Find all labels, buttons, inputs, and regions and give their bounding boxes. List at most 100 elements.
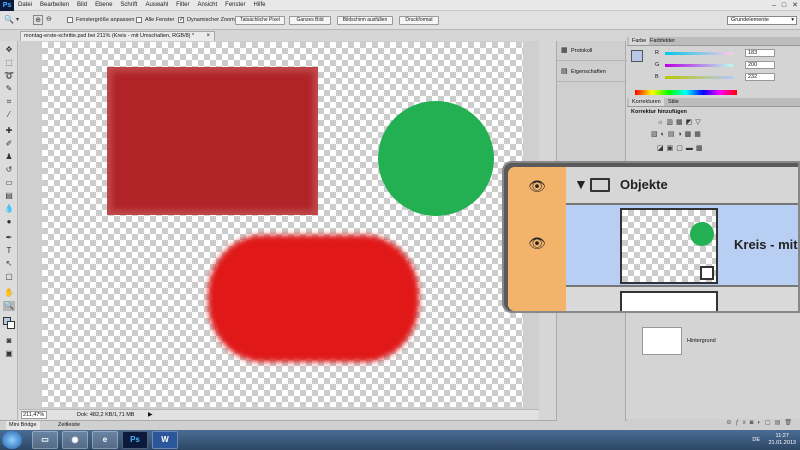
eyedropper-tool-icon[interactable]: ⁄ (3, 110, 15, 120)
status-menu-arrow-icon[interactable]: ▶ (148, 410, 153, 420)
shape-tool-icon[interactable]: ▢ (3, 272, 15, 282)
path-select-icon[interactable]: ↖ (3, 259, 15, 269)
language-indicator[interactable]: DE (752, 437, 760, 443)
fit-window-label: Fenstergröße anpassen (76, 17, 135, 23)
layer-row-background[interactable]: Hintergrund (627, 325, 800, 359)
dodge-tool-icon[interactable]: ● (3, 217, 15, 227)
tab-korrekturen[interactable]: Korrekturen (629, 98, 664, 106)
background-layer-name: Hintergrund (687, 338, 716, 344)
document-info: Dok: 482,2 KB/1,71 MB (77, 412, 135, 418)
tab-zeitleiste[interactable]: Zeitleiste (55, 421, 83, 430)
move-tool-icon[interactable]: ✥ (3, 45, 15, 55)
slider-b-track[interactable] (665, 76, 733, 79)
quick-mask-icon[interactable]: ◙ (3, 336, 15, 346)
slider-r[interactable]: R 183 (655, 49, 795, 58)
red-rectangle-shape[interactable] (107, 67, 318, 215)
print-size-button[interactable]: Druckformat (399, 16, 439, 25)
layer-group-row[interactable]: ▼ Objekte (566, 167, 798, 205)
all-windows-checkbox[interactable] (136, 17, 142, 23)
layer-row-next[interactable] (566, 287, 798, 311)
start-button[interactable] (2, 431, 22, 449)
menu-fenster[interactable]: Fenster (221, 0, 249, 11)
actual-pixels-button[interactable]: Tatsächliche Pixel (235, 16, 285, 25)
fit-window-checkbox[interactable] (67, 17, 73, 23)
zoom-out-icon[interactable]: ⊖ (46, 15, 52, 23)
zoom-tool-icon[interactable]: 🔍 (3, 301, 15, 311)
taskbar-ie[interactable]: e (92, 431, 118, 449)
menu-datei[interactable]: Datei (14, 0, 36, 11)
menu-bild[interactable]: Bild (73, 0, 91, 11)
slider-b-value[interactable]: 232 (745, 73, 775, 81)
chevron-down-icon[interactable]: ▾ (16, 16, 19, 23)
gradient-tool-icon[interactable]: ▤ (3, 191, 15, 201)
workspace-select[interactable]: Grundelemente ▾ (727, 16, 797, 25)
taskbar-photoshop[interactable]: Ps (122, 431, 148, 449)
slider-g-track[interactable] (665, 64, 733, 67)
panel-eigenschaften[interactable]: ▤ Eigenschaften (557, 62, 627, 82)
fill-screen-button[interactable]: Bildschirm ausfüllen (337, 16, 393, 25)
taskbar-word[interactable]: W (152, 431, 178, 449)
slider-g-label: G (655, 62, 660, 68)
lasso-tool-icon[interactable]: ➰ (3, 71, 15, 81)
zoom-level-field[interactable]: 211,47% (21, 411, 47, 419)
history-brush-icon[interactable]: ↺ (3, 165, 15, 175)
crop-tool-icon[interactable]: ⌗ (3, 97, 15, 107)
eraser-tool-icon[interactable]: ▭ (3, 178, 15, 188)
screen-mode-icon[interactable]: ▣ (3, 349, 15, 359)
type-tool-icon[interactable]: T (3, 246, 15, 256)
color-spectrum-bar[interactable] (635, 90, 737, 95)
taskbar-explorer[interactable]: ▭ (32, 431, 58, 449)
red-rounded-shape[interactable] (208, 235, 419, 362)
selected-layer-name: Kreis - mit U (734, 237, 798, 252)
stamp-tool-icon[interactable]: ♟ (3, 152, 15, 162)
fit-screen-button[interactable]: Ganzes Bild (289, 16, 331, 25)
close-button[interactable]: ✕ (792, 0, 798, 11)
zoom-in-icon[interactable]: ⊕ (33, 15, 43, 25)
menu-ansicht[interactable]: Ansicht (193, 0, 221, 11)
slider-r-value[interactable]: 183 (745, 49, 775, 57)
green-circle-shape[interactable] (378, 101, 494, 216)
eye-icon[interactable]: 👁 (526, 178, 548, 195)
taskbar-firefox[interactable]: ◉ (62, 431, 88, 449)
properties-icon: ▤ (561, 68, 568, 75)
background-thumbnail (642, 327, 682, 355)
minimize-button[interactable]: – (772, 0, 776, 11)
smart-object-badge-icon (700, 266, 714, 280)
dynamic-zoom-checkbox[interactable]: ✓ (178, 17, 184, 23)
slider-b[interactable]: B 232 (655, 73, 795, 82)
close-icon[interactable]: × (206, 32, 210, 41)
zoom-tool-icon[interactable]: 🔍 (4, 15, 14, 24)
layers-footer-icons[interactable]: ⊖ƒx◙◐▢▤🗑 (627, 419, 800, 428)
adjustment-icons-row-2[interactable]: ▧◐▤◑▩▦ (651, 130, 704, 138)
adjustment-icons-row-1[interactable]: ☼▥▦◩▽ (657, 118, 704, 126)
brush-tool-icon[interactable]: ✐ (3, 139, 15, 149)
slider-g[interactable]: G 200 (655, 61, 795, 70)
healing-tool-icon[interactable]: ✚ (3, 126, 15, 136)
slider-r-track[interactable] (665, 52, 733, 55)
panel-protokoll[interactable]: ▦ Protokoll (557, 41, 627, 61)
menu-filter[interactable]: Filter (172, 0, 193, 11)
pen-tool-icon[interactable]: ✒ (3, 233, 15, 243)
clock[interactable]: 11:27 21.01.2013 (768, 433, 796, 447)
menu-ebene[interactable]: Ebene (91, 0, 116, 11)
adjustment-icons-row-3[interactable]: ◪▣▢▬▩ (657, 144, 705, 152)
quick-select-tool-icon[interactable]: ✎ (3, 84, 15, 94)
blur-tool-icon[interactable]: 💧 (3, 204, 15, 214)
tab-mini-bridge[interactable]: Mini Bridge (6, 421, 40, 430)
eye-icon[interactable]: 👁 (526, 235, 548, 252)
tab-farbfelder[interactable]: Farbfelder (647, 37, 678, 45)
color-swatches-icon[interactable] (3, 317, 15, 331)
document-tab[interactable]: montag-erste-schritte.psd bei 211% (Krei… (20, 31, 215, 41)
tab-stile[interactable]: Stile (665, 98, 682, 106)
expand-triangle-icon[interactable]: ▼ (574, 176, 588, 192)
foreground-color-swatch[interactable] (631, 50, 643, 62)
menu-hilfe[interactable]: Hilfe (250, 0, 270, 11)
hand-tool-icon[interactable]: ✋ (3, 288, 15, 298)
menu-auswahl[interactable]: Auswahl (141, 0, 172, 11)
slider-g-value[interactable]: 200 (745, 61, 775, 69)
menu-bearbeiten[interactable]: Bearbeiten (36, 0, 73, 11)
marquee-tool-icon[interactable]: ⬚ (3, 58, 15, 68)
maximize-button[interactable]: □ (782, 0, 786, 11)
layer-row-selected[interactable]: Kreis - mit U (566, 205, 798, 287)
menu-schrift[interactable]: Schrift (116, 0, 141, 11)
